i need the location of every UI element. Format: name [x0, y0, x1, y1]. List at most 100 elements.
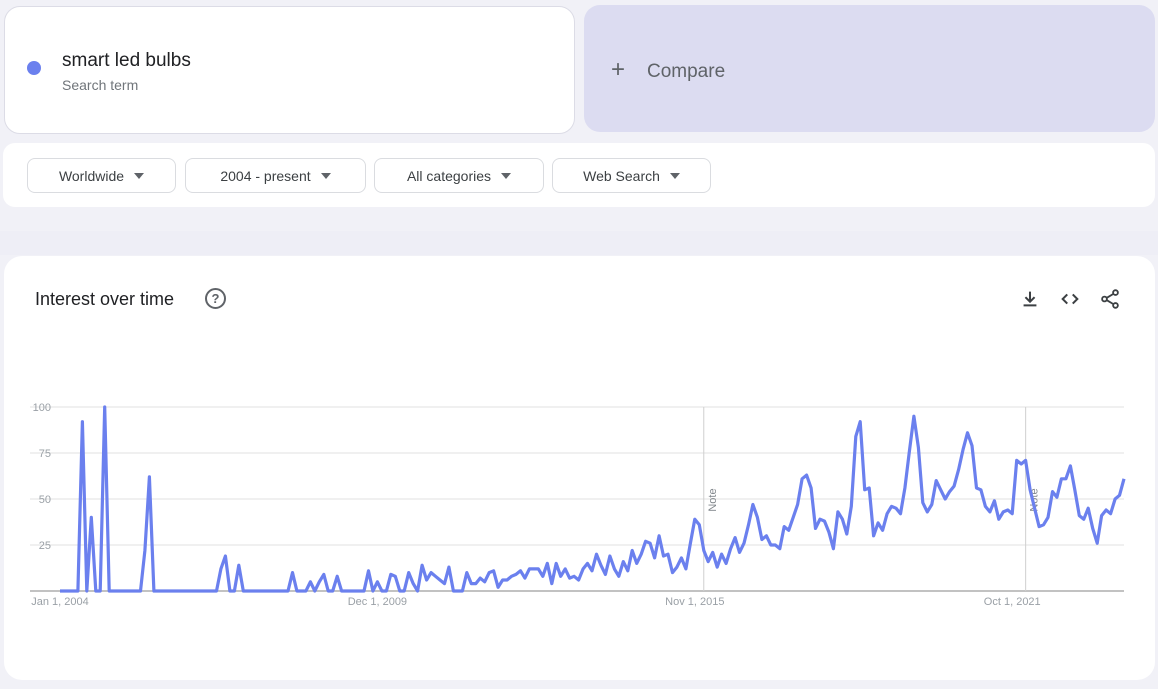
- data-point[interactable]: [559, 574, 563, 578]
- data-point[interactable]: [1019, 462, 1023, 466]
- data-point[interactable]: [997, 517, 1001, 521]
- data-point[interactable]: [483, 580, 487, 584]
- data-point[interactable]: [304, 589, 308, 593]
- data-point[interactable]: [572, 574, 576, 578]
- data-point[interactable]: [487, 571, 491, 575]
- data-point[interactable]: [805, 473, 809, 477]
- data-point[interactable]: [1113, 497, 1117, 501]
- data-point[interactable]: [183, 589, 187, 593]
- data-point[interactable]: [214, 589, 218, 593]
- data-point[interactable]: [85, 589, 89, 593]
- data-point[interactable]: [957, 468, 961, 472]
- data-point[interactable]: [961, 447, 965, 451]
- data-point[interactable]: [353, 589, 357, 593]
- data-point[interactable]: [679, 556, 683, 560]
- data-point[interactable]: [290, 571, 294, 575]
- data-point[interactable]: [979, 488, 983, 492]
- data-point[interactable]: [885, 512, 889, 516]
- data-point[interactable]: [1086, 506, 1090, 510]
- data-point[interactable]: [371, 589, 375, 593]
- data-point[interactable]: [867, 486, 871, 490]
- data-point[interactable]: [523, 576, 527, 580]
- data-point[interactable]: [130, 589, 134, 593]
- data-point[interactable]: [1118, 493, 1122, 497]
- data-point[interactable]: [1068, 464, 1072, 468]
- data-point[interactable]: [112, 589, 116, 593]
- data-point[interactable]: [434, 574, 438, 578]
- data-point[interactable]: [738, 550, 742, 554]
- data-point[interactable]: [250, 589, 254, 593]
- data-point[interactable]: [393, 574, 397, 578]
- data-point[interactable]: [907, 449, 911, 453]
- data-point[interactable]: [733, 536, 737, 540]
- data-point[interactable]: [67, 589, 71, 593]
- data-point[interactable]: [201, 589, 205, 593]
- data-point[interactable]: [268, 589, 272, 593]
- data-point[interactable]: [881, 528, 885, 532]
- data-point[interactable]: [246, 589, 250, 593]
- data-point[interactable]: [460, 589, 464, 593]
- data-point[interactable]: [796, 503, 800, 507]
- data-point[interactable]: [179, 589, 183, 593]
- data-point[interactable]: [764, 534, 768, 538]
- data-point[interactable]: [693, 517, 697, 521]
- data-point[interactable]: [863, 488, 867, 492]
- data-point[interactable]: [442, 582, 446, 586]
- data-point[interactable]: [568, 576, 572, 580]
- data-point[interactable]: [152, 589, 156, 593]
- data-point[interactable]: [943, 497, 947, 501]
- data-point[interactable]: [948, 490, 952, 494]
- data-point[interactable]: [259, 589, 263, 593]
- data-point[interactable]: [295, 589, 299, 593]
- data-point[interactable]: [675, 565, 679, 569]
- data-point[interactable]: [1077, 514, 1081, 518]
- data-point[interactable]: [62, 589, 66, 593]
- data-point[interactable]: [1095, 541, 1099, 545]
- data-point[interactable]: [666, 552, 670, 556]
- data-point[interactable]: [983, 504, 987, 508]
- data-point[interactable]: [657, 534, 661, 538]
- data-point[interactable]: [237, 563, 241, 567]
- data-point[interactable]: [1100, 514, 1104, 518]
- data-point[interactable]: [286, 589, 290, 593]
- data-point[interactable]: [1109, 512, 1113, 516]
- data-point[interactable]: [974, 486, 978, 490]
- data-point[interactable]: [809, 486, 813, 490]
- data-point[interactable]: [925, 510, 929, 514]
- data-point[interactable]: [711, 550, 715, 554]
- data-point[interactable]: [411, 582, 415, 586]
- data-point[interactable]: [742, 541, 746, 545]
- data-point[interactable]: [228, 589, 232, 593]
- data-point[interactable]: [416, 589, 420, 593]
- data-point[interactable]: [1015, 458, 1019, 462]
- data-point[interactable]: [1082, 517, 1086, 521]
- data-point[interactable]: [313, 589, 317, 593]
- data-point[interactable]: [563, 567, 567, 571]
- data-point[interactable]: [197, 589, 201, 593]
- data-point[interactable]: [282, 589, 286, 593]
- data-point[interactable]: [970, 444, 974, 448]
- data-point[interactable]: [626, 569, 630, 573]
- data-point[interactable]: [1122, 477, 1126, 481]
- data-point[interactable]: [362, 589, 366, 593]
- data-point[interactable]: [478, 576, 482, 580]
- data-point[interactable]: [518, 569, 522, 573]
- data-point[interactable]: [438, 578, 442, 582]
- data-point[interactable]: [912, 414, 916, 418]
- data-point[interactable]: [223, 554, 227, 558]
- data-point[interactable]: [715, 565, 719, 569]
- data-point[interactable]: [992, 499, 996, 503]
- data-point[interactable]: [934, 479, 938, 483]
- data-point[interactable]: [273, 589, 277, 593]
- data-point[interactable]: [930, 503, 934, 507]
- data-point[interactable]: [988, 510, 992, 514]
- data-point[interactable]: [773, 543, 777, 547]
- data-point[interactable]: [827, 530, 831, 534]
- data-point[interactable]: [496, 585, 500, 589]
- data-point[interactable]: [277, 589, 281, 593]
- data-point[interactable]: [724, 561, 728, 565]
- data-point[interactable]: [121, 589, 125, 593]
- data-point[interactable]: [854, 434, 858, 438]
- data-point[interactable]: [630, 549, 634, 553]
- data-point[interactable]: [818, 517, 822, 521]
